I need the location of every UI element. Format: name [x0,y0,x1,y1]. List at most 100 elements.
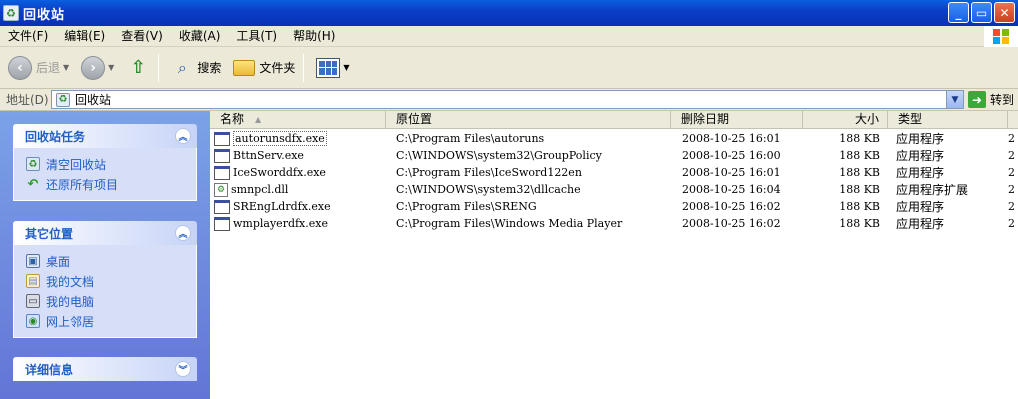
sort-ascending-icon: ▲ [255,115,262,124]
file-row[interactable]: SREngLdrdfx.exe C:\Program Files\SRENG 2… [210,198,1018,215]
date-deleted: 2008-10-25 16:01 [682,132,781,145]
menu-favorites[interactable]: 收藏(A) [171,26,229,47]
collapse-icon[interactable]: ︽ [175,128,191,144]
date-deleted: 2008-10-25 16:04 [682,183,781,196]
back-dropdown-icon[interactable]: ▼ [63,63,69,72]
window-title: 回收站 [23,7,66,23]
go-label: 转到 [990,93,1015,107]
my-documents-link[interactable]: ▤ 我的文档 [26,271,196,291]
extra-column-value: 2 [1008,217,1015,230]
column-header-name[interactable]: 名称 ▲ [210,111,386,128]
file-type: 应用程序 [896,166,945,180]
my-computer-link[interactable]: ▭ 我的电脑 [26,291,196,311]
column-label: 类型 [898,112,923,126]
panel-title: 其它位置 [25,226,74,241]
date-deleted: 2008-10-25 16:01 [682,166,781,179]
forward-button[interactable]: › ▼ [77,52,118,84]
menu-bar: 文件(F) 编辑(E) 查看(V) 收藏(A) 工具(T) 帮助(H) [0,26,1018,47]
folders-button[interactable]: 文件夹 [229,52,299,84]
original-location: C:\WINDOWS\system32\GroupPolicy [396,149,602,162]
file-type: 应用程序 [896,200,945,214]
menu-tools[interactable]: 工具(T) [228,26,285,47]
menu-view[interactable]: 查看(V) [113,26,171,47]
panel-title: 回收站任务 [25,129,86,144]
maximize-button[interactable]: ▭ [971,2,992,23]
recycle-bin-icon: ♻ [56,92,70,107]
collapse-icon[interactable]: ︽ [175,225,191,241]
go-button[interactable]: ➜ 转到 [968,91,1014,108]
address-dropdown-icon[interactable]: ▼ [946,91,963,108]
menu-help[interactable]: 帮助(H) [285,26,343,47]
up-folder-icon: ⇧ [130,57,146,78]
dll-icon: ⚙ [214,182,228,197]
details-header[interactable]: 详细信息 ︾ [13,357,197,381]
file-row[interactable]: wmplayerdfx.exe C:\Program Files\Windows… [210,215,1018,232]
address-input[interactable]: ♻ 回收站 ▼ [51,90,964,109]
column-header-extra[interactable] [1008,111,1018,128]
file-type: 应用程序扩展 [896,183,969,197]
views-button[interactable]: ▼ [312,52,353,84]
column-header-type[interactable]: 类型 [888,111,1008,128]
date-deleted: 2008-10-25 16:02 [682,200,781,213]
other-places-panel: 其它位置 ︽ ▣ 桌面 ▤ 我的文档 ▭ 我的电脑 ◉ 网上邻居 [13,221,197,338]
date-deleted: 2008-10-25 16:02 [682,217,781,230]
menu-edit[interactable]: 编辑(E) [56,26,113,47]
folder-icon [233,59,256,76]
views-dropdown-icon[interactable]: ▼ [343,63,349,72]
file-row[interactable]: ⚙ smnpcl.dll C:\WINDOWS\system32\dllcach… [210,181,1018,198]
file-name: autorunsdfx.exe [233,131,327,146]
task-pane: 回收站任务 ︽ ♻ 清空回收站 ↶ 还原所有项目 其它位置 ︽ ▣ 桌面 ▤ 我… [0,111,210,399]
extra-column-value: 2 [1008,166,1015,179]
extra-column-value: 2 [1008,149,1015,162]
expand-icon[interactable]: ︾ [175,361,191,377]
desktop-icon: ▣ [26,254,40,268]
back-button[interactable]: ‹ 后退 ▼ [4,52,73,84]
file-type: 应用程序 [896,217,945,231]
column-label: 大小 [854,112,879,126]
title-bar[interactable]: ♻ 回收站 _ ▭ ✕ [0,0,1018,26]
details-panel: 详细信息 ︾ [13,357,197,381]
exe-icon [214,165,230,180]
column-header-original-location[interactable]: 原位置 [386,111,671,128]
close-button[interactable]: ✕ [994,2,1015,23]
exe-icon [214,216,230,231]
recycle-bin-tasks-panel: 回收站任务 ︽ ♻ 清空回收站 ↶ 还原所有项目 [13,124,197,201]
file-list-view[interactable]: 名称 ▲ 原位置 删除日期 大小 类型 autorunsdfx.exe C:\P… [210,111,1018,399]
network-places-link[interactable]: ◉ 网上邻居 [26,311,196,331]
address-label: 地址(D) [6,93,49,107]
panel-title: 详细信息 [25,362,74,377]
toolbar: ‹ 后退 ▼ › ▼ ⇧ ⌕ 搜索 文件夹 ▼ [0,47,1018,89]
documents-icon: ▤ [26,274,40,288]
file-size: 188 KB [839,200,880,213]
forward-dropdown-icon[interactable]: ▼ [108,63,114,72]
link-label: 网上邻居 [46,314,95,329]
folders-label: 文件夹 [259,61,296,75]
original-location: C:\Program Files\Windows Media Player [396,217,623,230]
file-row[interactable]: IceSworddfx.exe C:\Program Files\IceSwor… [210,164,1018,181]
search-button[interactable]: ⌕ 搜索 [167,52,225,84]
exe-icon [214,199,230,214]
restore-all-link[interactable]: ↶ 还原所有项目 [26,174,196,194]
up-folder-button[interactable]: ⇧ [122,52,154,84]
file-row[interactable]: BttnServ.exe C:\WINDOWS\system32\GroupPo… [210,147,1018,164]
column-header-size[interactable]: 大小 [803,111,888,128]
recycle-bin-tasks-header[interactable]: 回收站任务 ︽ [13,124,197,148]
desktop-link[interactable]: ▣ 桌面 [26,251,196,271]
column-label: 原位置 [396,112,433,126]
panel-body: ♻ 清空回收站 ↶ 还原所有项目 [13,148,197,201]
empty-recycle-bin-link[interactable]: ♻ 清空回收站 [26,154,196,174]
file-size: 188 KB [839,132,880,145]
window-controls: _ ▭ ✕ [948,2,1015,23]
other-places-header[interactable]: 其它位置 ︽ [13,221,197,245]
file-rows: autorunsdfx.exe C:\Program Files\autorun… [210,130,1018,232]
minimize-button[interactable]: _ [948,2,969,23]
link-label: 还原所有项目 [46,177,119,192]
file-name-cell: BttnServ.exe [210,148,386,163]
file-row[interactable]: autorunsdfx.exe C:\Program Files\autorun… [210,130,1018,147]
menu-file[interactable]: 文件(F) [0,26,56,47]
file-name-cell: autorunsdfx.exe [210,131,386,146]
back-label: 后退 [36,61,61,75]
column-header-date-deleted[interactable]: 删除日期 [671,111,803,128]
file-size: 188 KB [839,166,880,179]
file-name: BttnServ.exe [233,149,304,162]
